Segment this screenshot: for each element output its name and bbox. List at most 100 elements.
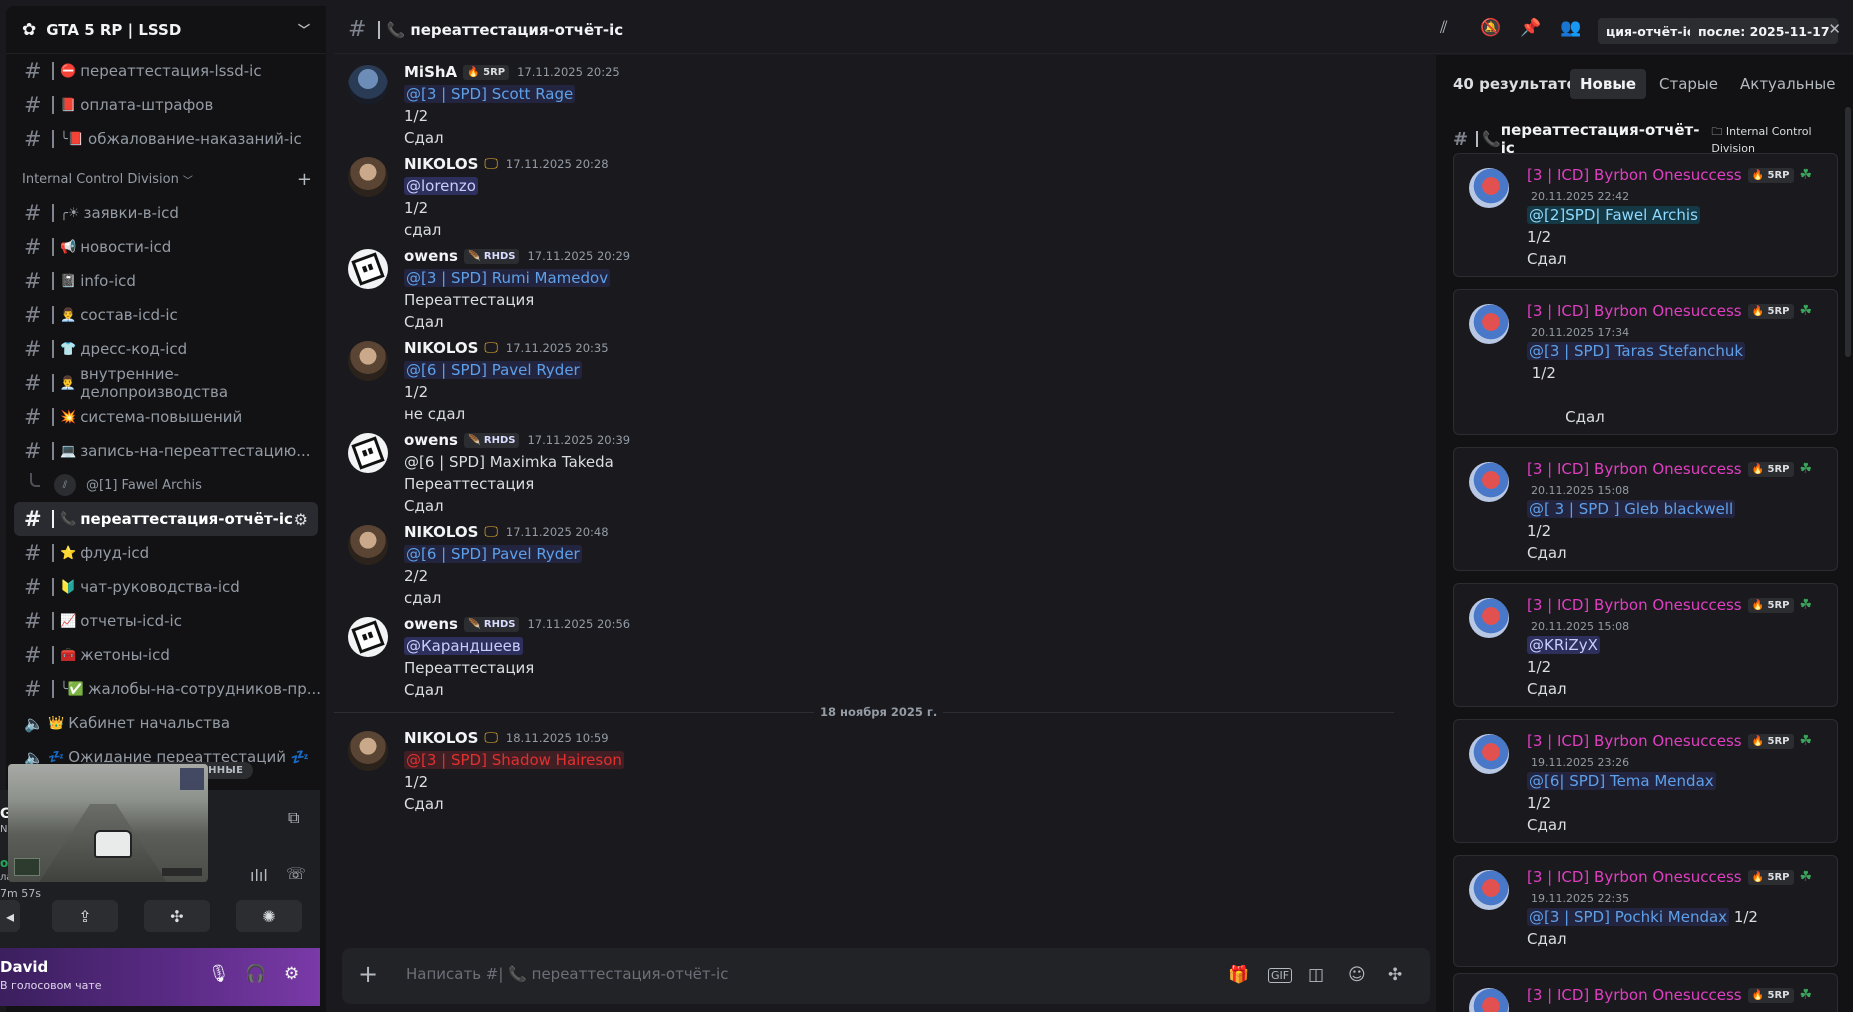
microphone-icon[interactable]: 🎙 (208, 964, 230, 984)
add-channel-icon[interactable]: + (297, 169, 312, 190)
attach-plus-icon[interactable]: + (358, 960, 378, 988)
search-result-card[interactable]: [3 | ICD] Byrbon Onesuccess 🔥 5RP ☘ 19.11.2… (1453, 719, 1838, 843)
search-scrollbar[interactable] (1845, 107, 1851, 357)
author-avatar[interactable] (1469, 598, 1509, 638)
sidebar-channel[interactable]: # 👨‍💼 внутренние-делопроизводства (6, 365, 326, 401)
sidebar-channel[interactable]: # 🧰 жетоны-icd (6, 638, 326, 672)
server-tag[interactable]: 🔥 5RP (1747, 597, 1794, 613)
author-name[interactable]: [3 | ICD] Byrbon Onesuccess (1527, 868, 1742, 886)
sidebar-channel[interactable]: # ╭☀ заявки-в-icd (6, 196, 326, 230)
user-mention[interactable]: @[2]SPD| Fawel Archis (1527, 206, 1700, 224)
author-name[interactable]: [3 | ICD] Byrbon Onesuccess (1527, 460, 1742, 478)
author-name[interactable]: MiShA (404, 63, 457, 81)
sidebar-channel[interactable]: # ╰✅ жалобы-на-сотрудников-пр... (6, 672, 326, 706)
user-mention[interactable]: @[3 | SPD] Pochki Mendax (1527, 908, 1730, 926)
sidebar-channel[interactable]: # 📈 отчеты-icd-ic (6, 604, 326, 638)
author-name[interactable]: [3 | ICD] Byrbon Onesuccess (1527, 986, 1742, 1004)
user-mention[interactable]: @Карандшеев (404, 637, 523, 655)
server-tag[interactable]: 🔥 5RP (1747, 461, 1794, 477)
tab-newest[interactable]: Новые (1570, 69, 1647, 99)
author-avatar[interactable] (348, 731, 388, 771)
user-mention[interactable]: @[3 | SPD] Shadow Haireson (404, 751, 624, 769)
sidebar-channel[interactable]: # ╰📕 обжалование-наказаний-ic (6, 122, 326, 156)
user-mention[interactable]: @lorenzo (404, 177, 478, 195)
composer-placeholder[interactable]: Написать #| 📞 переаттестация-отчёт-ic (406, 965, 728, 983)
mute-notifications-icon[interactable]: 🔕 (1480, 18, 1501, 38)
author-name[interactable]: NIKOLOS (404, 729, 478, 747)
author-avatar[interactable] (1469, 734, 1509, 774)
tab-oldest[interactable]: Старые (1649, 69, 1728, 99)
author-name[interactable]: [3 | ICD] Byrbon Onesuccess (1527, 302, 1742, 320)
author-avatar[interactable] (348, 433, 388, 473)
category-header[interactable]: Internal Control Division ﹀ + (6, 162, 326, 196)
user-mention[interactable]: @[6 | SPD] Pavel Ryder (404, 545, 582, 563)
threads-icon[interactable]: ⫽ (1440, 18, 1448, 38)
server-tag[interactable]: 🔥 5RP (1747, 733, 1794, 749)
apps-icon[interactable]: ✣ (1388, 965, 1402, 985)
user-mention[interactable]: @[6| SPD] Tema Mendax (1527, 772, 1716, 790)
sidebar-thread[interactable]: ⫽ @[1] Fawel Archis (6, 468, 326, 502)
search-result-card[interactable]: [3 | ICD] Byrbon Onesuccess 🔥 5RP ☘ 20.11.2… (1453, 153, 1838, 277)
author-name[interactable]: [3 | ICD] Byrbon Onesuccess (1527, 596, 1742, 614)
gif-icon[interactable]: GIF (1268, 968, 1293, 983)
server-tag[interactable]: 🔥 5RP (1747, 869, 1794, 885)
user-mention[interactable]: @[3 | SPD] Taras Stefanchuk (1527, 342, 1746, 360)
search-result-card[interactable]: [3 | ICD] Byrbon Onesuccess 🔥 5RP ☘ 20.11.2… (1453, 583, 1838, 707)
sidebar-channel[interactable]: # 💻 запись-на-переаттестацию... (6, 434, 326, 468)
server-header[interactable]: ✿ GTA 5 RP | LSSD ﹀ (6, 6, 326, 54)
user-mention[interactable]: @[3 | SPD] Scott Rage (404, 85, 576, 103)
search-filter-in[interactable]: ция-отчёт-ic (1598, 18, 1703, 44)
author-avatar[interactable] (348, 341, 388, 381)
stream-preview[interactable] (8, 764, 208, 882)
author-avatar[interactable] (348, 617, 388, 657)
author-name[interactable]: NIKOLOS (404, 523, 478, 541)
server-tag[interactable]: 🪶 RHDS (463, 616, 520, 632)
camera-button[interactable]: ◂ (0, 900, 20, 932)
member-list-icon[interactable]: 👥 (1560, 18, 1581, 38)
search-result-card[interactable]: [3 | ICD] Byrbon Onesuccess 🔥 5RP ☘ 20.11.2… (1453, 289, 1838, 435)
user-mention[interactable]: @[ 3 | SPD ] Gleb blackwell (1527, 500, 1736, 518)
sticker-icon[interactable]: ◫ (1308, 965, 1324, 985)
pinned-messages-icon[interactable]: 📌 (1520, 18, 1541, 38)
user-mention[interactable]: @KRiZyX (1527, 636, 1600, 654)
server-tag[interactable]: 🔥 5RP (1747, 167, 1794, 183)
author-name[interactable]: owens (404, 247, 458, 265)
sidebar-channel[interactable]: # 👕 дресс-код-icd (6, 332, 326, 366)
sidebar-voice-channel[interactable]: 🔈 👑 Кабинет начальства (6, 706, 326, 740)
author-avatar[interactable] (1469, 988, 1509, 1012)
author-name[interactable]: owens (404, 615, 458, 633)
author-name[interactable]: owens (404, 431, 458, 449)
chevron-down-icon[interactable]: ﹀ (298, 21, 310, 38)
sidebar-channel[interactable]: # 📓 info-icd (6, 264, 326, 298)
author-avatar[interactable] (1469, 304, 1509, 344)
sidebar-channel[interactable]: # ⛔ переаттестация-lssd-ic (6, 54, 326, 88)
author-avatar[interactable] (1469, 870, 1509, 910)
result-channel-header[interactable]: # 📞 переаттестация-отчёт-ic 🗀 Internal C… (1453, 121, 1853, 157)
soundboard-button[interactable]: ✺ (236, 900, 302, 932)
author-avatar[interactable] (1469, 168, 1509, 208)
message-composer[interactable]: + Написать #| 📞 переаттестация-отчёт-ic … (342, 948, 1430, 1004)
author-name[interactable]: NIKOLOS (404, 339, 478, 357)
sidebar-channel[interactable]: # 👨‍💼 состав-icd-ic (6, 298, 326, 332)
search-result-card[interactable]: [3 | ICD] Byrbon Onesuccess 🔥 5RP ☘ 20.11.2… (1453, 447, 1838, 571)
author-name[interactable]: NIKOLOS (404, 155, 478, 173)
sidebar-channel[interactable]: # ⭐ флуд-icd (6, 536, 326, 570)
author-avatar[interactable] (348, 65, 388, 105)
sidebar-channel-active[interactable]: # 📞 переаттестация-отчёт-ic ⚙ (14, 502, 318, 536)
screen-share-icon[interactable]: ⧉ (288, 808, 299, 828)
disconnect-icon[interactable]: ☏ (286, 864, 306, 883)
server-tag[interactable]: 🪶 RHDS (463, 248, 520, 264)
sidebar-channel[interactable]: # 💥 система-повышений (6, 400, 326, 434)
gift-icon[interactable]: 🎁 (1228, 965, 1249, 985)
server-tag[interactable]: 🔥 5RP (463, 64, 510, 80)
clear-search-icon[interactable]: ✕ (1828, 20, 1841, 38)
search-result-card[interactable]: [3 | ICD] Byrbon Onesuccess 🔥 5RP ☘ 19.11.2… (1453, 855, 1838, 967)
author-avatar[interactable] (348, 525, 388, 565)
voice-activity-icon[interactable]: ılıl (250, 866, 268, 885)
sidebar-channel[interactable]: # 🔰 чат-руководства-icd (6, 570, 326, 604)
server-tag[interactable]: 🔥 5RP (1747, 303, 1794, 319)
server-tag[interactable]: 🔥 5RP (1747, 987, 1794, 1003)
author-name[interactable]: [3 | ICD] Byrbon Onesuccess (1527, 732, 1742, 750)
channel-settings-icon[interactable]: ⚙ (294, 510, 308, 529)
user-mention[interactable]: @[3 | SPD] Rumi Mamedov (404, 269, 611, 287)
